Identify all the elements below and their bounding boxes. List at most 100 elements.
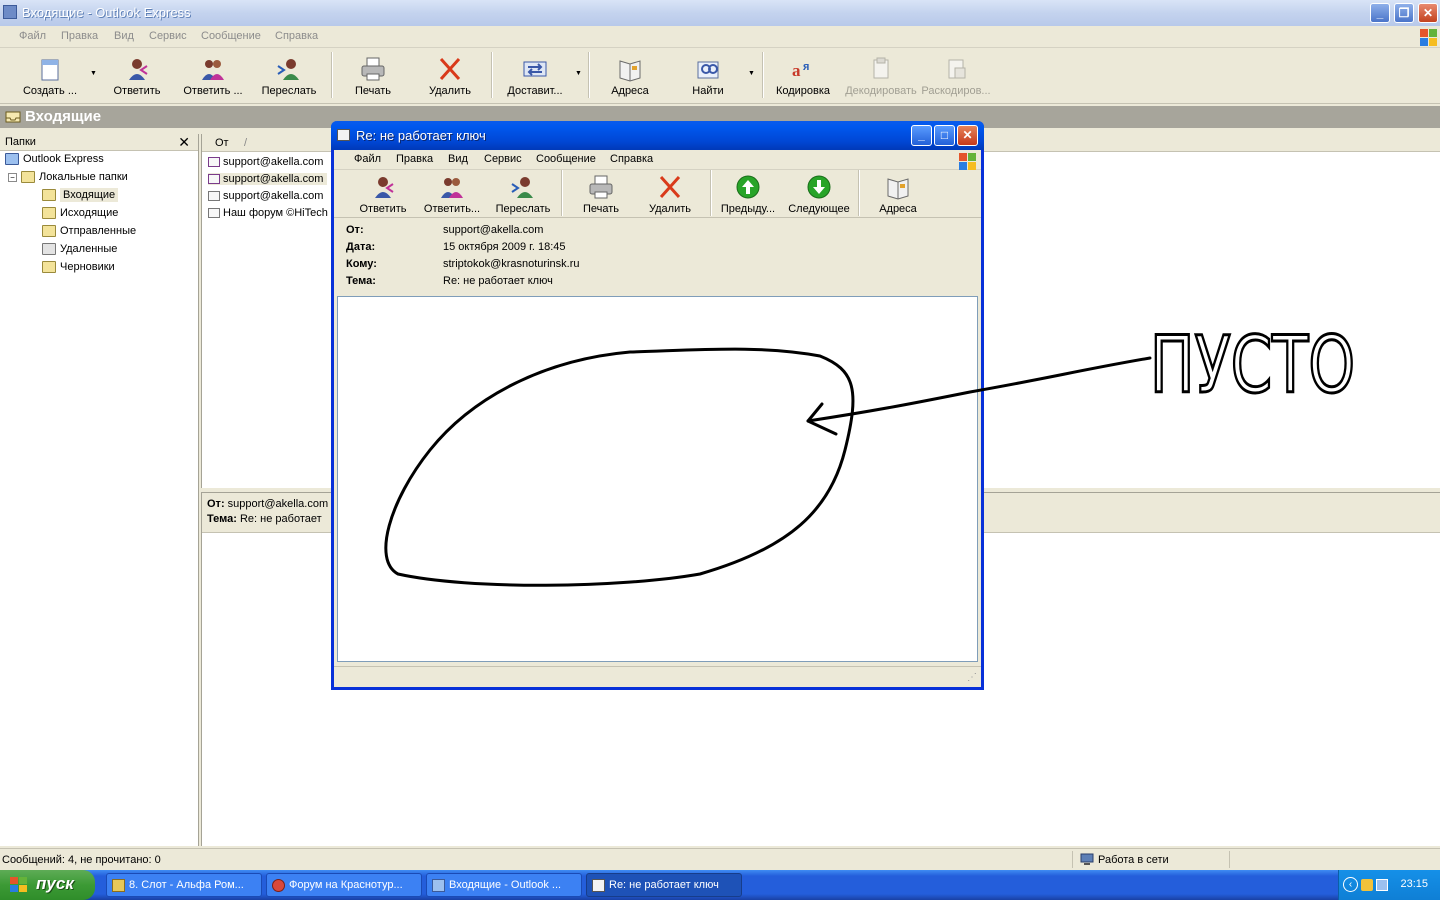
msg-previous-button[interactable]: Предыду... [716,170,780,218]
main-title-bar[interactable]: Входящие - Outlook Express _ ❐ ✕ [0,0,1440,26]
inbox-folder-icon [42,189,56,202]
status-divider [1229,851,1230,868]
taskbar-item[interactable]: 8. Слот - Альфа Ром... [106,873,262,897]
folders-pane-header: Папки ✕ [0,134,198,151]
message-window: Re: не работает ключ _ □ ✕ Файл Правка В… [331,121,984,690]
create-button[interactable]: Создать ... [16,52,84,100]
menu-bar: Файл Правка Вид Сервис Сообщение Справка [0,26,1440,48]
deliver-button[interactable]: Доставит... [500,52,570,100]
address-book-icon [616,56,644,82]
toolbar-separator [491,52,493,98]
menu-tools[interactable]: Сервис [149,30,187,42]
message-window-title: Re: не работает ключ [356,128,486,143]
system-tray: ‹ 23:15 [1338,870,1440,900]
message-minimize-button[interactable]: _ [911,125,932,146]
message-close-button[interactable]: ✕ [957,125,978,146]
windows-logo-icon [1418,27,1438,47]
message-body[interactable] [337,296,978,662]
msg-menu-edit[interactable]: Правка [396,153,433,165]
minimize-button[interactable]: _ [1370,3,1390,23]
toolbar-separator [331,52,333,98]
message-row[interactable]: support@akella.com [208,190,323,202]
folder-sent[interactable]: Отправленные [42,225,136,238]
folder-inbox[interactable]: Входящие [42,188,119,202]
opened-mail-icon [208,174,220,185]
message-row[interactable]: support@akella.com [208,173,328,185]
delete-x-icon [656,174,684,200]
reply-icon [123,56,151,82]
find-dropdown-icon[interactable]: ▼ [748,70,755,77]
addresses-button[interactable]: Адреса [600,52,660,100]
encoding-button[interactable]: aя Кодировка [772,52,834,100]
folders-pane: Папки ✕ Outlook Express − Локальные папки… [0,134,199,846]
message-row[interactable]: Наш форум ©HiTech [208,207,328,219]
delete-button[interactable]: Удалить [420,52,480,100]
menu-edit[interactable]: Правка [61,30,98,42]
decode-button[interactable]: Декодировать [842,52,920,100]
msg-addresses-button[interactable]: Адреса [868,170,928,218]
taskbar-item[interactable]: Входящие - Outlook ... [426,873,582,897]
reply-button[interactable]: Ответить [106,52,168,100]
deliver-dropdown-icon[interactable]: ▼ [575,70,582,77]
folder-deleted[interactable]: Удаленные [42,243,117,256]
local-folders-icon [21,171,35,184]
opened-mail-icon [208,157,220,168]
folder-outbox[interactable]: Исходящие [42,207,118,220]
forward-button[interactable]: Переслать [258,52,320,100]
header-date: Дата: 15 октября 2009 г. 18:45 [346,241,566,253]
msg-print-button[interactable]: Печать [571,170,631,218]
msg-menu-file[interactable]: Файл [354,153,381,165]
toolbar-separator [762,52,764,98]
msg-menu-view[interactable]: Вид [448,153,468,165]
folder-drafts[interactable]: Черновики [42,261,115,274]
message-row[interactable]: support@akella.com [208,156,323,168]
message-status-bar: ⋰ [334,666,981,687]
tray-network-icon[interactable] [1376,879,1388,891]
taskbar-item[interactable]: Форум на Краснотур... [266,873,422,897]
menu-help[interactable]: Справка [275,30,318,42]
find-button[interactable]: Найти [678,52,738,100]
msg-delete-button[interactable]: Удалить [640,170,700,218]
msg-forward-button[interactable]: Переслать [492,170,554,218]
outlook-task-icon [432,879,445,892]
main-window-title: Входящие - Outlook Express [22,5,191,20]
column-from[interactable]: От [215,137,229,149]
decode-icon [867,56,895,82]
menu-view[interactable]: Вид [114,30,134,42]
tray-app-icon[interactable] [1361,879,1373,891]
down-arrow-icon [805,174,833,200]
msg-menu-help[interactable]: Справка [610,153,653,165]
status-divider [1072,851,1073,868]
msg-reply-button[interactable]: Ответить [352,170,414,218]
menu-message[interactable]: Сообщение [201,30,261,42]
taskbar-item-active[interactable]: Re: не работает ключ [586,873,742,897]
deleted-folder-icon [42,243,56,256]
printer-icon [359,56,387,82]
toolbar-separator [858,170,860,216]
close-pane-icon[interactable]: ✕ [178,134,190,151]
decrypt-button[interactable]: Раскодиров... [918,52,994,100]
resize-grip-icon[interactable]: ⋰ [967,672,977,683]
menu-file[interactable]: Файл [19,30,46,42]
collapse-icon[interactable]: − [8,172,17,182]
close-button[interactable]: ✕ [1418,3,1438,23]
folder-outlook-express[interactable]: Outlook Express [5,153,104,166]
tray-expand-icon[interactable]: ‹ [1343,877,1358,892]
msg-next-button[interactable]: Следующее [784,170,854,218]
restore-button[interactable]: ❐ [1394,3,1414,23]
main-toolbar: Создать ... ▼ Ответить Ответить ... Пере… [0,48,1440,104]
msg-reply-all-button[interactable]: Ответить... [419,170,485,218]
toolbar-separator [588,52,590,98]
start-button[interactable]: пуск [0,870,95,900]
message-window-title-bar[interactable]: Re: не работает ключ _ □ ✕ [331,121,984,150]
toolbar-separator [561,170,563,216]
msg-menu-message[interactable]: Сообщение [536,153,596,165]
reply-all-icon [199,56,227,82]
reply-all-button[interactable]: Ответить ... [178,52,248,100]
message-maximize-button[interactable]: □ [934,125,955,146]
create-dropdown-icon[interactable]: ▼ [90,70,97,77]
message-toolbar: Ответить Ответить... Переслать Печать Уд… [334,170,981,218]
print-button[interactable]: Печать [343,52,403,100]
folder-local[interactable]: − Локальные папки [8,171,128,184]
msg-menu-tools[interactable]: Сервис [484,153,522,165]
